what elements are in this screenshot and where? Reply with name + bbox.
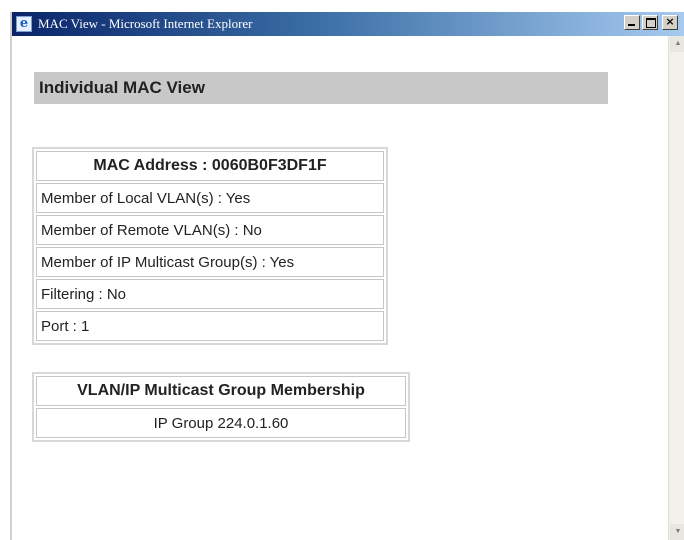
window-title: MAC View - Microsoft Internet Explorer [38,16,253,31]
mac-info-table: MAC Address : 0060B0F3DF1F Member of Loc… [32,147,388,345]
page-content: Individual MAC View MAC Address : 0060B0… [12,36,666,540]
page-title: Individual MAC View [34,72,608,104]
minimize-button[interactable] [624,15,640,30]
maximize-icon [646,18,656,28]
membership-table: VLAN/IP Multicast Group Membership IP Gr… [32,372,410,442]
close-button[interactable]: × [662,15,678,30]
table-row-remote-vlan: Member of Remote VLAN(s) : No [36,215,384,245]
internet-explorer-icon[interactable]: e [16,16,32,32]
title-bar[interactable]: e MAC View - Microsoft Internet Explorer… [12,12,684,36]
arrow-up-icon[interactable]: ▲ [670,36,684,52]
table-row-port: Port : 1 [36,311,384,341]
browser-window: e MAC View - Microsoft Internet Explorer… [10,12,684,540]
close-icon: × [665,15,675,28]
arrow-down-icon[interactable]: ▼ [670,524,684,540]
maximize-button[interactable] [642,15,658,30]
table-row-multicast: Member of IP Multicast Group(s) : Yes [36,247,384,277]
mac-address-header: MAC Address : 0060B0F3DF1F [36,151,384,181]
table-row-ip-group: IP Group 224.0.1.60 [36,408,406,438]
membership-header: VLAN/IP Multicast Group Membership [36,376,406,406]
table-row-local-vlan: Member of Local VLAN(s) : Yes [36,183,384,213]
minimize-icon [628,24,635,26]
vertical-scrollbar[interactable]: ▲ ▼ [668,36,684,540]
table-row-filtering: Filtering : No [36,279,384,309]
